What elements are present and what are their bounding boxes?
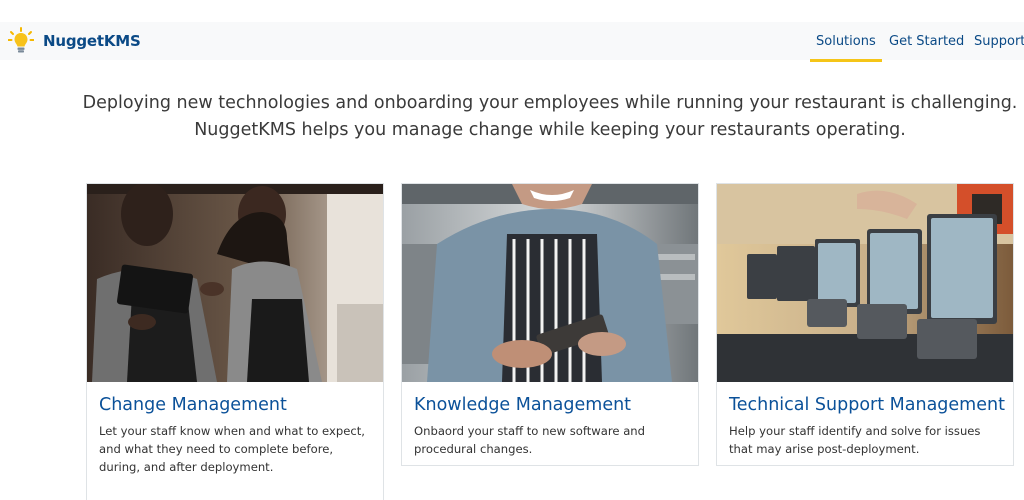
card-title: Change Management — [99, 395, 287, 415]
nav-link-support[interactable]: Support — [974, 22, 1024, 60]
card-text: Onbaord your staff to new software and p… — [414, 424, 646, 456]
brand-name: NuggetKMS — [43, 32, 141, 50]
hero-line-1: Deploying new technologies and onboardin… — [82, 93, 1018, 113]
card-body: Technical Support Management Help your s… — [717, 382, 1013, 468]
card-text: Let your staff know when and what to exp… — [99, 424, 365, 474]
card-knowledge-management[interactable]: Knowledge Management Onbaord your staff … — [401, 183, 699, 466]
server-in-kitchen-photo — [402, 184, 698, 382]
hero-line-2: NuggetKMS helps you manage change while … — [194, 120, 906, 140]
staff-with-tablet-photo — [87, 184, 383, 382]
card-text: Help your staff identify and solve for i… — [729, 424, 981, 456]
card-title: Knowledge Management — [414, 395, 632, 415]
card-change-management[interactable]: Change Management Let your staff know wh… — [86, 183, 384, 500]
navbar: NuggetKMS Solutions Get Started Support — [0, 22, 1024, 62]
hero-text: Deploying new technologies and onboardin… — [40, 90, 1024, 144]
card-technical-support-management[interactable]: Technical Support Management Help your s… — [716, 183, 1014, 466]
card-body: Knowledge Management Onbaord your staff … — [402, 382, 698, 468]
card-title: Technical Support Management — [729, 395, 1005, 415]
pos-terminals-photo — [717, 184, 1013, 382]
brand-link[interactable]: NuggetKMS — [8, 26, 141, 56]
lightbulb-icon — [8, 27, 34, 53]
nav-link-solutions[interactable]: Solutions — [810, 22, 882, 62]
card-body: Change Management Let your staff know wh… — [87, 382, 383, 486]
nav-link-get-started[interactable]: Get Started — [889, 22, 964, 60]
